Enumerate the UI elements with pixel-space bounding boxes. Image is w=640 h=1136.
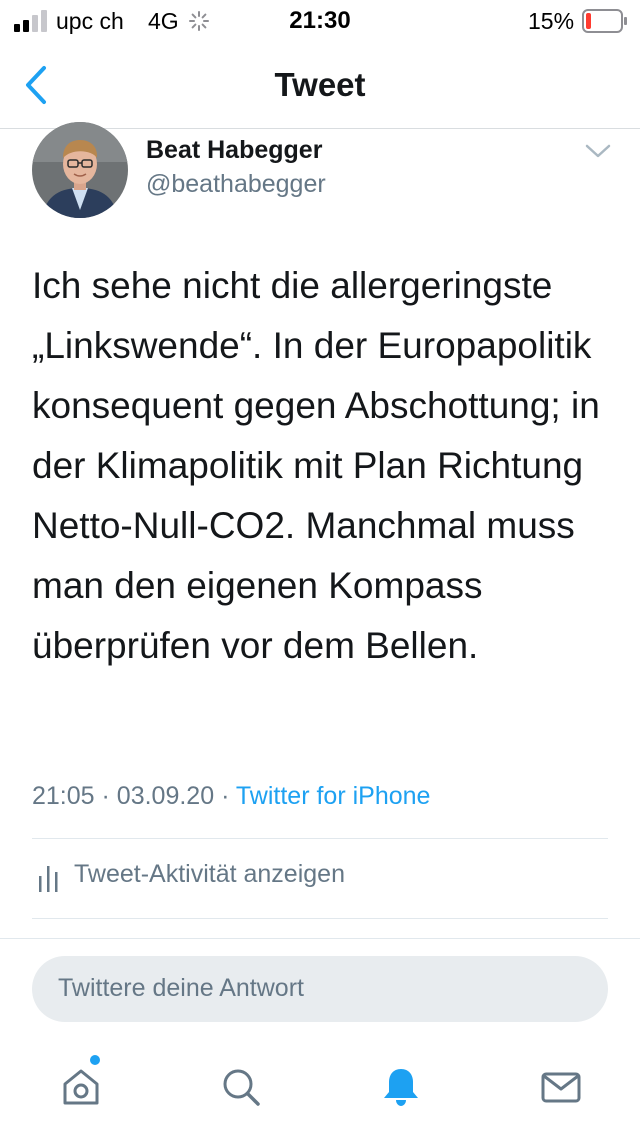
status-bar: upc ch 4G 21:30 15% (0, 0, 640, 44)
author-name[interactable]: Beat Habegger (146, 136, 322, 165)
battery-icon (582, 9, 627, 33)
bar-chart-icon (39, 866, 58, 892)
avatar[interactable] (32, 122, 128, 218)
tweet-time: 21:05 (32, 782, 95, 810)
tab-messages[interactable] (530, 1056, 590, 1116)
chevron-down-icon[interactable] (584, 142, 612, 160)
meta-separator: · (221, 782, 230, 810)
navigation-bar: Tweet (0, 44, 640, 129)
search-icon (223, 1069, 260, 1106)
tweet-source-link[interactable]: Twitter for iPhone (236, 782, 431, 810)
divider (0, 938, 640, 939)
divider (32, 918, 608, 919)
home-notification-dot (90, 1055, 100, 1065)
tweet-date: 03.09.20 (116, 782, 215, 810)
tweet-text: Ich sehe nicht die allergeringste „Links… (32, 265, 600, 666)
tab-home[interactable] (50, 1056, 110, 1116)
tab-search[interactable] (210, 1056, 270, 1116)
home-icon (63, 1069, 99, 1105)
mail-icon (541, 1072, 581, 1103)
tab-notifications[interactable] (370, 1056, 430, 1116)
tweet-meta: 21:05 · 03.09.20 · Twitter for iPhone (32, 782, 430, 811)
meta-separator: · (101, 782, 110, 810)
tweet-activity-label: Tweet-Aktivität anzeigen (74, 860, 345, 888)
battery-percentage: 15% (528, 8, 575, 34)
divider (32, 838, 608, 839)
bell-icon (384, 1069, 418, 1106)
reply-placeholder: Twittere deine Antwort (58, 974, 304, 1002)
page-title: Tweet (274, 66, 366, 103)
reply-input[interactable]: Twittere deine Antwort (32, 956, 608, 1022)
author-handle[interactable]: @beathabegger (146, 170, 326, 199)
